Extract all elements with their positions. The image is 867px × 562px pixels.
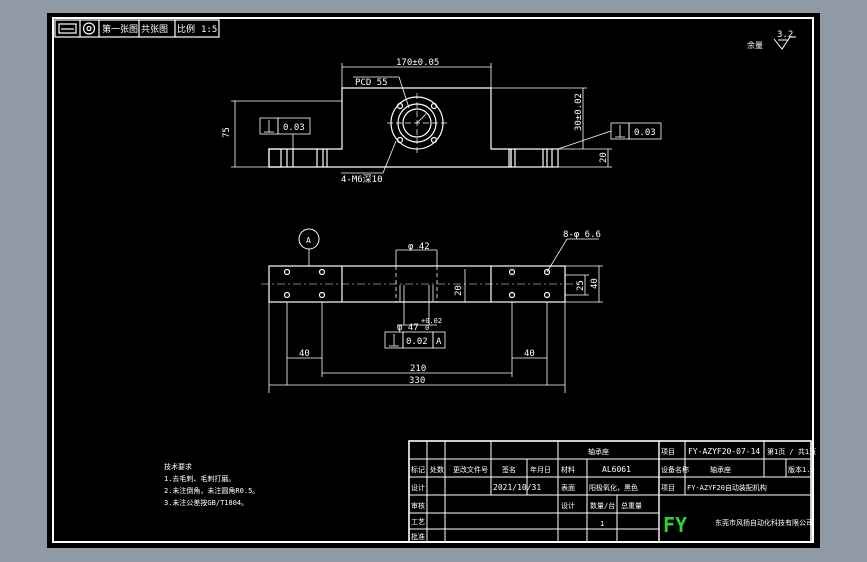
tol-flatness-3: 0.02 xyxy=(406,337,428,347)
surface-finish-label: 余量 xyxy=(747,40,763,50)
weight-label: 总重量 xyxy=(621,501,642,510)
dim-170: 170±0.05 xyxy=(396,58,439,68)
dim-20-top: 20 xyxy=(454,285,464,296)
date: 2021/10/31 xyxy=(493,483,541,492)
surface-label: 表面 xyxy=(561,483,575,492)
qty: 1 xyxy=(600,520,604,528)
sheet-info: 第1页 / 共1页 xyxy=(767,447,816,456)
sheet-number: 第一张图 xyxy=(102,23,138,35)
dim-25: 25 xyxy=(576,280,586,291)
qty-label: 数量/台 xyxy=(590,501,615,510)
company-logo: FY xyxy=(663,513,687,537)
dim-210: 210 xyxy=(410,364,426,374)
tech-req-item: 3.未注公差按GB/T1804。 xyxy=(164,498,248,507)
total-sheets: 共张图 xyxy=(141,24,168,35)
cad-viewport[interactable]: 第一张图 共张图 比例 1:5 余量 3.2 170±0.05 PCD 55 7… xyxy=(0,0,867,562)
surface: 阳极氧化，黑色 xyxy=(589,483,638,492)
dim-40-left: 40 xyxy=(299,349,310,359)
marks-label: 标记 xyxy=(411,465,425,474)
top-view-dimensions xyxy=(268,238,603,393)
equipment-label: 设备名称 xyxy=(661,465,689,474)
surface-finish-symbol: 余量 3.2 xyxy=(747,30,796,50)
dim-40-right: 40 xyxy=(524,349,535,359)
dim-pcd: PCD 55 xyxy=(355,78,388,88)
tol-flatness-1: 0.03 xyxy=(283,123,305,133)
tech-req-title: 技术要求 xyxy=(164,462,192,471)
dim-20-front: 20 xyxy=(599,152,609,163)
tol-flatness-2: 0.03 xyxy=(634,128,656,138)
approve-label: 批准 xyxy=(411,532,425,541)
material-label: 材料 xyxy=(561,465,575,474)
equipment-name: 轴承座 xyxy=(710,465,731,474)
tech-req-item: 1.去毛刺、毛刺打磨。 xyxy=(164,474,235,483)
file-label: 更改文件号 xyxy=(453,465,488,474)
front-view-dimensions xyxy=(231,63,662,174)
sign-label: 签名 xyxy=(502,465,516,474)
designer-label: 设计 xyxy=(411,483,425,492)
surface-finish-value: 3.2 xyxy=(777,30,793,40)
drawing-no: FY-AZYF20-07-14 xyxy=(688,447,760,456)
dim-holes-top: 4-M6深10 xyxy=(341,174,383,185)
drawing-no-label: 项目 xyxy=(661,448,675,456)
project-label: 项目 xyxy=(661,484,675,492)
front-view[interactable] xyxy=(268,87,559,168)
part-name: 轴承座 xyxy=(588,447,609,456)
dim-phi47-tol-lower: 0 xyxy=(425,324,429,332)
tol-flatness-3-datum: A xyxy=(436,337,442,347)
dim-30: 30±0.02 xyxy=(574,93,584,131)
count-label: 处数 xyxy=(430,465,444,474)
date-label: 年月日 xyxy=(530,465,551,474)
material: AL6061 xyxy=(602,465,631,474)
dim-330: 330 xyxy=(409,376,425,386)
scale-value: 1:5 xyxy=(201,25,217,35)
process-label: 工艺 xyxy=(411,518,425,526)
dim-75: 75 xyxy=(222,127,232,138)
technical-requirements: 技术要求 1.去毛刺、毛刺打磨。 2.未注倒角，未注圆角R0.5。 3.未注公差… xyxy=(164,462,259,507)
company-name: 东莞市风扬自动化科技有限公司 xyxy=(715,518,813,527)
dim-holes-side: 8-φ 6.6 xyxy=(563,230,601,240)
scale-label: 比例 xyxy=(177,23,195,35)
design-label: 设计 xyxy=(561,501,575,510)
check-label: 审核 xyxy=(411,501,425,510)
dim-40-vertical: 40 xyxy=(590,278,600,289)
version: 版本1.0 xyxy=(788,465,815,474)
datum-a-label: A xyxy=(306,236,311,245)
drawing-sheet: 第一张图 共张图 比例 1:5 余量 3.2 170±0.05 PCD 55 7… xyxy=(47,13,820,548)
dim-phi47: φ 47 xyxy=(397,323,419,333)
tech-req-item: 2.未注倒角，未注圆角R0.5。 xyxy=(164,486,259,495)
dim-phi42: φ 42 xyxy=(408,242,430,252)
project: FY-AZYF20自动装配机构 xyxy=(687,483,767,492)
